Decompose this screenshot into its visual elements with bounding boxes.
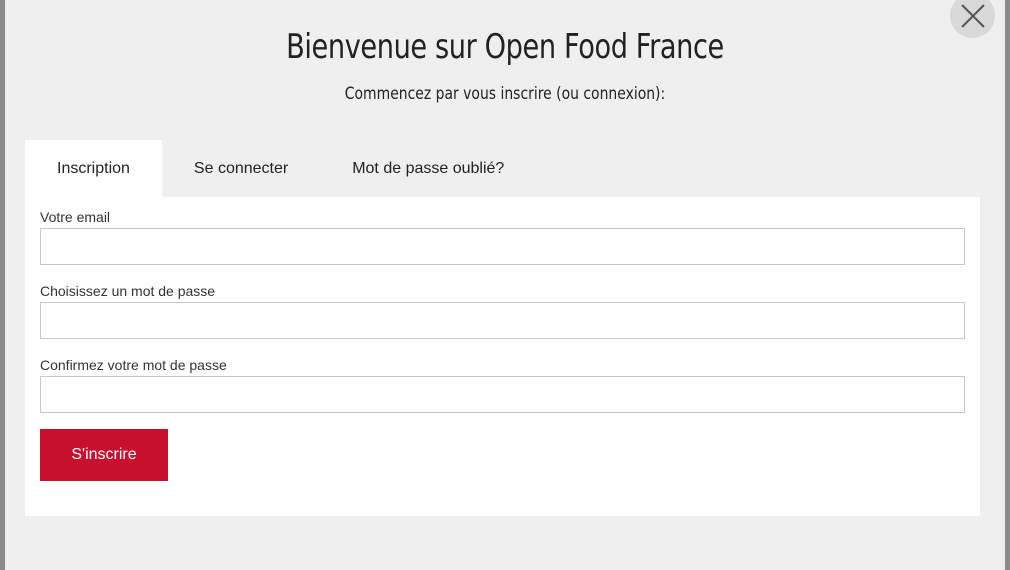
signup-form: Votre email Choisissez un mot de passe C… xyxy=(25,197,980,516)
email-field[interactable] xyxy=(40,228,965,265)
tab-inscription[interactable]: Inscription xyxy=(25,140,162,197)
auth-tabs: Inscription Se connecter Mot de passe ou… xyxy=(25,140,536,197)
confirm-password-label: Confirmez votre mot de passe xyxy=(40,357,227,373)
tab-mot-de-passe-oublie[interactable]: Mot de passe oublié? xyxy=(320,140,536,197)
close-button[interactable] xyxy=(950,0,995,38)
signup-button[interactable]: S'inscrire xyxy=(40,429,168,481)
modal-title: Bienvenue sur Open Food France xyxy=(286,27,724,67)
close-icon xyxy=(961,4,985,28)
tab-se-connecter[interactable]: Se connecter xyxy=(162,140,320,197)
password-field[interactable] xyxy=(40,302,965,339)
confirm-password-field[interactable] xyxy=(40,376,965,413)
modal-subtitle: Commencez par vous inscrire (ou connexio… xyxy=(344,84,666,104)
password-label: Choisissez un mot de passe xyxy=(40,283,216,299)
email-label: Votre email xyxy=(40,209,111,225)
signup-modal: Bienvenue sur Open Food France Commencez… xyxy=(5,0,1005,570)
